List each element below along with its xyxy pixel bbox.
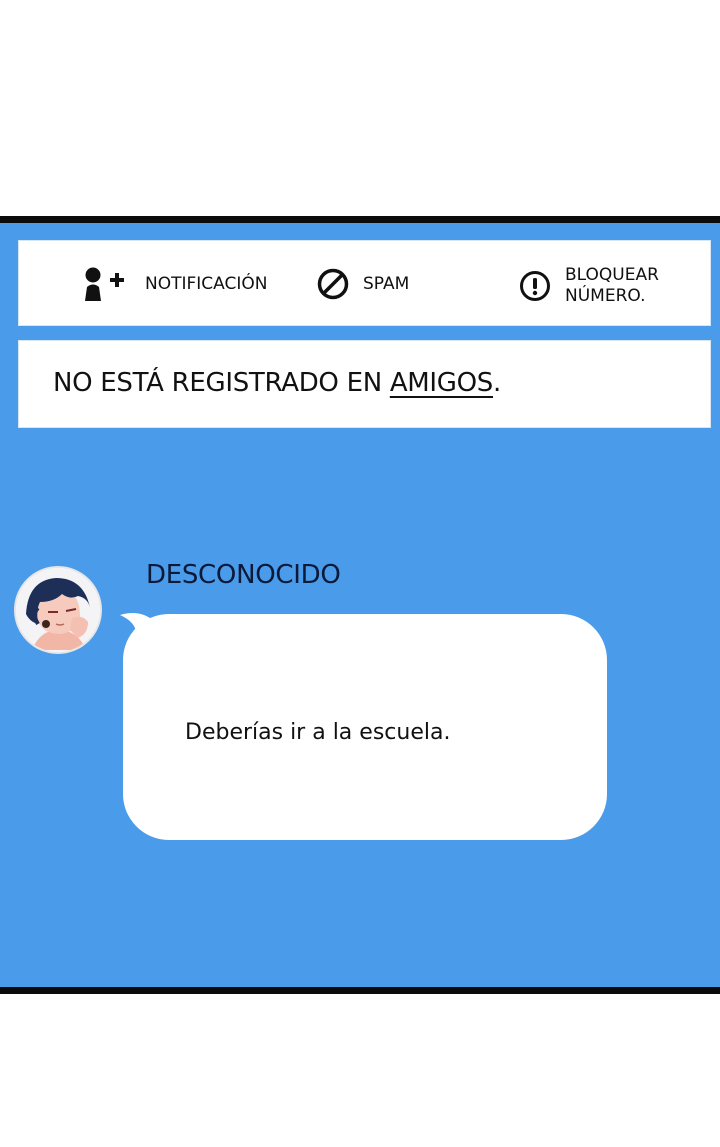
notification-button[interactable]: NOTIFICACIÓN xyxy=(83,266,267,302)
block-number-button[interactable]: BLOQUEAR NÚMERO. xyxy=(519,265,675,307)
message-bubble: Deberías ir a la escuela. xyxy=(123,614,607,840)
notification-label: NOTIFICACIÓN xyxy=(145,273,268,294)
add-user-icon xyxy=(83,266,129,302)
spam-label: SPAM xyxy=(363,273,410,294)
block-number-label: BLOQUEAR NÚMERO. xyxy=(565,265,659,306)
spam-button[interactable]: SPAM xyxy=(317,268,409,300)
notice-suffix: . xyxy=(493,368,501,398)
notice-prefix: NO ESTÁ REGISTRADO EN xyxy=(53,368,390,398)
not-registered-notice: NO ESTÁ REGISTRADO EN AMIGOS. xyxy=(18,340,711,428)
friends-link[interactable]: AMIGOS xyxy=(390,368,494,398)
notice-text: NO ESTÁ REGISTRADO EN AMIGOS. xyxy=(53,368,501,398)
block-icon xyxy=(317,268,349,300)
chat-panel: NOTIFICACIÓN SPAM BLOQUEAR NÚMERO. NO ES… xyxy=(0,216,720,994)
sender-name: DESCONOCIDO xyxy=(146,560,341,590)
alert-circle-icon xyxy=(519,270,551,302)
message-text: Deberías ir a la escuela. xyxy=(185,720,451,745)
action-bar: NOTIFICACIÓN SPAM BLOQUEAR NÚMERO. xyxy=(18,240,711,326)
comic-page: NOTIFICACIÓN SPAM BLOQUEAR NÚMERO. NO ES… xyxy=(0,0,720,1147)
avatar xyxy=(14,566,102,654)
